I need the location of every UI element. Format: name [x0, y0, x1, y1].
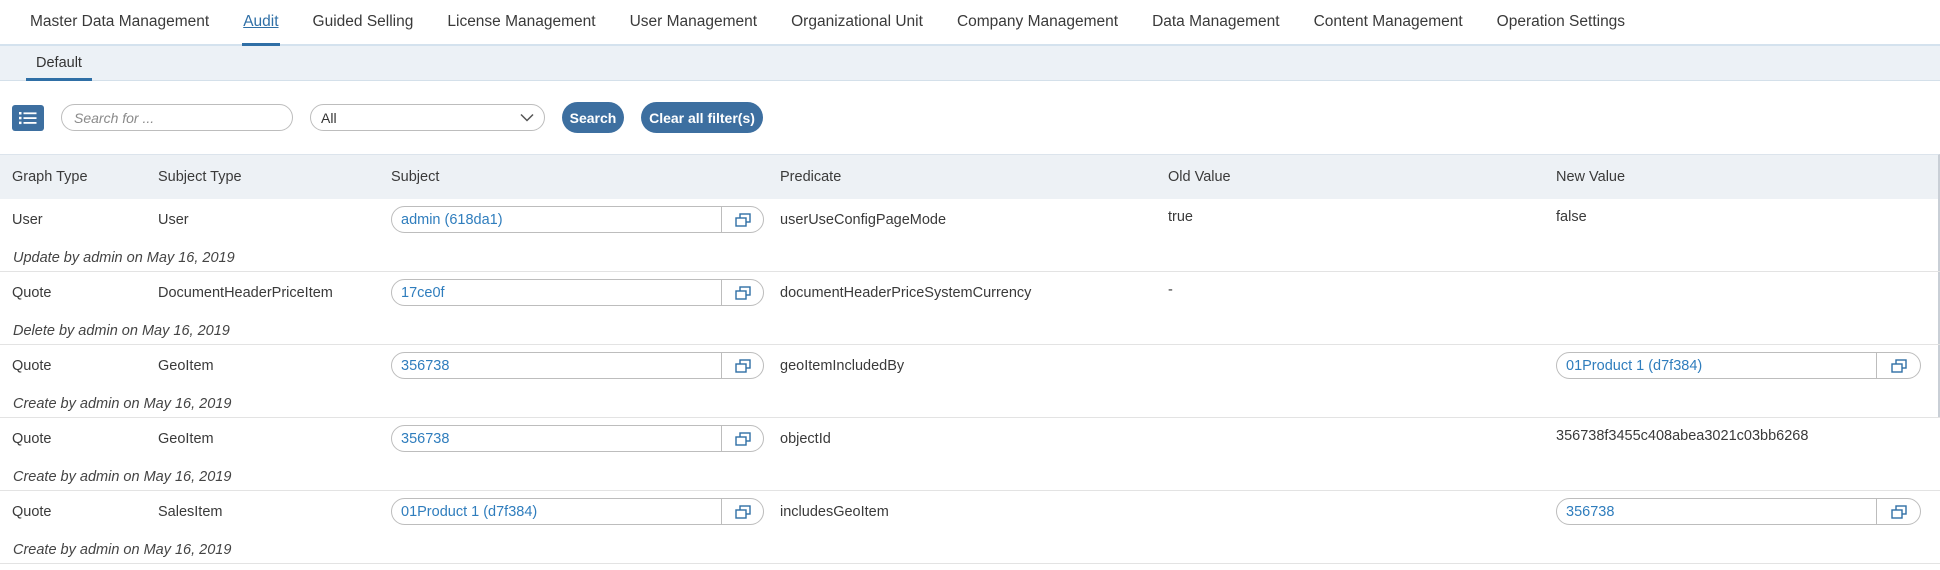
- table-row: Quote SalesItem 01Product 1 (d7f384) inc…: [0, 491, 1940, 564]
- nav-data-management[interactable]: Data Management: [1152, 0, 1280, 44]
- nav-operation-settings[interactable]: Operation Settings: [1497, 0, 1625, 44]
- copy-icon: [1890, 504, 1907, 519]
- table-row: Quote GeoItem 356738 objectId 356738f345…: [0, 418, 1940, 491]
- open-subject-button[interactable]: [722, 426, 763, 451]
- cell-new-value: 356738: [1556, 498, 1921, 525]
- cell-subject: admin (618da1): [391, 206, 764, 233]
- open-new-value-button[interactable]: [1877, 353, 1920, 378]
- subject-link-field: 356738: [391, 425, 764, 452]
- cell-graph-type: Quote: [12, 504, 52, 520]
- audit-table: Graph Type Subject Type Subject Predicat…: [0, 154, 1940, 564]
- search-button[interactable]: Search: [562, 102, 624, 133]
- subject-link-field: 01Product 1 (d7f384): [391, 498, 764, 525]
- cell-subject-type: User: [158, 212, 189, 228]
- list-view-button[interactable]: [12, 104, 44, 131]
- nav-user-management[interactable]: User Management: [630, 0, 758, 44]
- filter-toolbar: All Search Clear all filter(s): [0, 81, 1940, 154]
- subject-link[interactable]: 356738: [392, 426, 722, 451]
- cell-new-value: 356738f3455c408abea3021c03bb6268: [1556, 428, 1809, 444]
- row-meta: Create by admin on May 16, 2019: [13, 396, 232, 412]
- filter-select-value: All: [321, 109, 337, 126]
- cell-subject-type: GeoItem: [158, 431, 214, 447]
- cell-subject-type: SalesItem: [158, 504, 223, 520]
- search-input[interactable]: [61, 104, 293, 131]
- row-meta: Create by admin on May 16, 2019: [13, 469, 232, 485]
- table-row: Quote GeoItem 356738 geoItemIncludedBy 0…: [0, 345, 1940, 418]
- copy-icon: [734, 504, 751, 519]
- new-value-link[interactable]: 01Product 1 (d7f384): [1557, 353, 1877, 378]
- cell-new-value: 01Product 1 (d7f384): [1556, 352, 1921, 379]
- header-new-value[interactable]: New Value: [1556, 169, 1625, 185]
- cell-predicate: objectId: [780, 431, 831, 447]
- subject-link[interactable]: admin (618da1): [392, 207, 722, 232]
- row-meta: Create by admin on May 16, 2019: [13, 542, 232, 558]
- cell-subject: 356738: [391, 352, 764, 379]
- nav-organizational-unit[interactable]: Organizational Unit: [791, 0, 923, 44]
- subject-link-field: 17ce0f: [391, 279, 764, 306]
- cell-subject-type: GeoItem: [158, 358, 214, 374]
- subtab-bar: Default: [0, 46, 1940, 81]
- open-new-value-button[interactable]: [1877, 499, 1920, 524]
- cell-predicate: userUseConfigPageMode: [780, 212, 947, 228]
- copy-icon: [734, 358, 751, 373]
- subject-link[interactable]: 01Product 1 (d7f384): [392, 499, 722, 524]
- copy-icon: [1890, 358, 1907, 373]
- copy-icon: [734, 285, 751, 300]
- chevron-down-icon: [520, 113, 534, 122]
- cell-old-value: -: [1168, 282, 1173, 298]
- cell-subject-type: DocumentHeaderPriceItem: [158, 285, 333, 301]
- table-row: User User admin (618da1) userUseConfigPa…: [0, 199, 1940, 272]
- cell-graph-type: Quote: [12, 285, 52, 301]
- subject-link[interactable]: 356738: [392, 353, 722, 378]
- table-header: Graph Type Subject Type Subject Predicat…: [0, 154, 1940, 199]
- nav-master-data-management[interactable]: Master Data Management: [30, 0, 209, 44]
- subject-link-field: admin (618da1): [391, 206, 764, 233]
- table-row: Quote DocumentHeaderPriceItem 17ce0f doc…: [0, 272, 1940, 345]
- header-subject-type[interactable]: Subject Type: [158, 169, 242, 185]
- subtab-default[interactable]: Default: [26, 46, 92, 81]
- cell-graph-type: Quote: [12, 358, 52, 374]
- cell-predicate: includesGeoItem: [780, 504, 889, 520]
- header-subject[interactable]: Subject: [391, 169, 439, 185]
- copy-icon: [734, 212, 751, 227]
- cell-graph-type: User: [12, 212, 43, 228]
- nav-company-management[interactable]: Company Management: [957, 0, 1118, 44]
- cell-subject: 356738: [391, 425, 764, 452]
- subject-link-field: 356738: [391, 352, 764, 379]
- nav-guided-selling[interactable]: Guided Selling: [313, 0, 414, 44]
- nav-content-management[interactable]: Content Management: [1314, 0, 1463, 44]
- row-meta: Delete by admin on May 16, 2019: [13, 323, 230, 339]
- copy-icon: [734, 431, 751, 446]
- cell-predicate: geoItemIncludedBy: [780, 358, 905, 374]
- list-icon: [19, 111, 37, 124]
- new-value-link-field: 01Product 1 (d7f384): [1556, 352, 1921, 379]
- header-graph-type[interactable]: Graph Type: [12, 169, 88, 185]
- cell-new-value: false: [1556, 209, 1587, 225]
- filter-select[interactable]: All: [310, 104, 545, 131]
- open-subject-button[interactable]: [722, 499, 763, 524]
- open-subject-button[interactable]: [722, 207, 763, 232]
- subject-link[interactable]: 17ce0f: [392, 280, 722, 305]
- top-navigation: Master Data Management Audit Guided Sell…: [0, 0, 1940, 46]
- open-subject-button[interactable]: [722, 280, 763, 305]
- row-meta: Update by admin on May 16, 2019: [13, 250, 235, 266]
- nav-audit[interactable]: Audit: [242, 0, 280, 46]
- header-old-value[interactable]: Old Value: [1168, 169, 1231, 185]
- cell-subject: 01Product 1 (d7f384): [391, 498, 764, 525]
- clear-filters-button[interactable]: Clear all filter(s): [641, 102, 763, 133]
- cell-old-value: true: [1168, 209, 1193, 225]
- header-predicate[interactable]: Predicate: [780, 169, 841, 185]
- cell-predicate: documentHeaderPriceSystemCurrency: [780, 285, 1032, 301]
- nav-license-management[interactable]: License Management: [447, 0, 595, 44]
- open-subject-button[interactable]: [722, 353, 763, 378]
- new-value-link[interactable]: 356738: [1557, 499, 1877, 524]
- cell-graph-type: Quote: [12, 431, 52, 447]
- cell-subject: 17ce0f: [391, 279, 764, 306]
- new-value-link-field: 356738: [1556, 498, 1921, 525]
